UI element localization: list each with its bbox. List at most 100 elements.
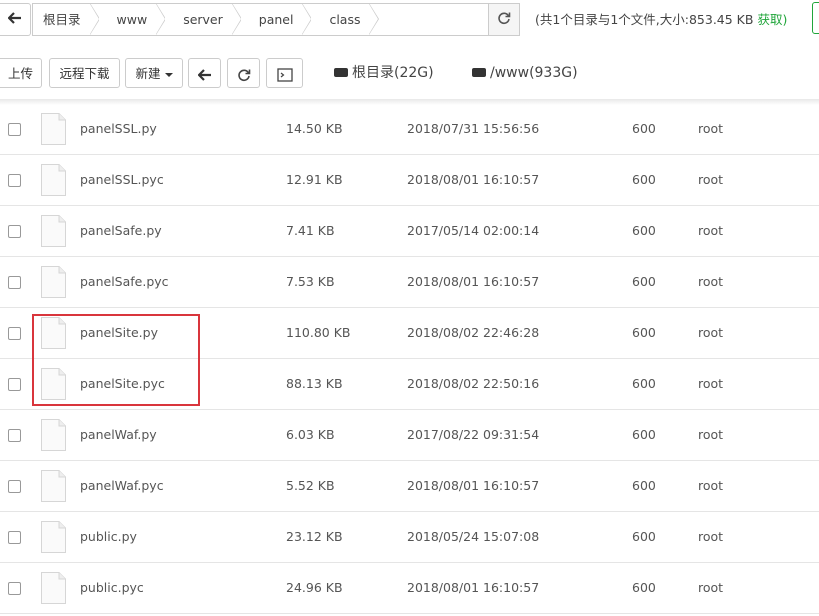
file-name[interactable]: panelSSL.py <box>80 104 157 154</box>
file-name[interactable]: panelSafe.py <box>80 206 162 256</box>
row-checkbox[interactable] <box>8 174 21 187</box>
file-permission[interactable]: 600 <box>632 206 656 256</box>
side-button[interactable] <box>812 2 819 34</box>
row-checkbox[interactable] <box>8 480 21 493</box>
file-size: 88.13 KB <box>286 376 343 391</box>
file-owner[interactable]: root <box>698 359 723 409</box>
breadcrumb-item-class[interactable]: class <box>311 4 380 35</box>
file-permission[interactable]: 600 <box>632 512 656 562</box>
breadcrumb-item-server[interactable]: server <box>165 4 242 35</box>
upload-button[interactable]: 上传 <box>0 58 42 88</box>
table-row[interactable]: panelWaf.pyc 5.52 KB 2018/08/01 16:10:57 60… <box>0 461 819 512</box>
hdd-icon <box>334 67 348 77</box>
directory-summary: (共1个目录与1个文件,大小:853.45 KB 获取) <box>535 3 787 36</box>
disk-root[interactable]: 根目录(22G) <box>334 58 434 88</box>
file-owner[interactable]: root <box>698 206 723 256</box>
file-modified: 2017/08/22 09:31:54 <box>407 427 540 442</box>
table-row[interactable]: panelSafe.py 7.41 KB 2017/05/14 02:00:14 60… <box>0 206 819 257</box>
row-checkbox[interactable] <box>8 276 21 289</box>
caret-down-icon <box>164 72 173 77</box>
file-size: 5.52 KB <box>286 478 335 493</box>
file-permission[interactable]: 600 <box>632 410 656 460</box>
disk-root-label: 根目录(22G) <box>352 65 434 81</box>
remote-download-button[interactable]: 远程下载 <box>49 58 120 88</box>
file-size: 6.03 KB <box>286 427 335 442</box>
highlight-box <box>32 314 200 406</box>
breadcrumb-item-root[interactable]: 根目录 <box>33 4 100 35</box>
file-modified: 2018/08/01 16:10:57 <box>407 274 540 289</box>
row-checkbox[interactable] <box>8 429 21 442</box>
file-permission[interactable]: 600 <box>632 308 656 358</box>
file-name[interactable]: public.py <box>80 512 137 562</box>
file-modified: 2018/08/01 16:10:57 <box>407 478 540 493</box>
file-size: 12.91 KB <box>286 172 343 187</box>
breadcrumb-item-www[interactable]: www <box>98 4 166 35</box>
file-modified: 2018/07/31 15:56:56 <box>407 121 540 136</box>
disk-www[interactable]: /www(933G) <box>472 58 578 88</box>
file-permission[interactable]: 600 <box>632 359 656 409</box>
get-size-link[interactable]: 获取) <box>757 12 787 27</box>
row-checkbox[interactable] <box>8 225 21 238</box>
table-row[interactable]: public.pyc 24.96 KB 2018/08/01 16:10:57 600… <box>0 563 819 614</box>
file-modified: 2018/05/24 15:07:08 <box>407 529 540 544</box>
back-button[interactable] <box>188 58 221 88</box>
file-icon <box>41 521 66 553</box>
file-owner[interactable]: root <box>698 563 723 613</box>
row-checkbox[interactable] <box>8 123 21 136</box>
file-icon <box>41 470 66 502</box>
file-modified: 2018/08/02 22:46:28 <box>407 325 540 340</box>
path-bar: 根目录 www server panel class (共1个目录与1个文件,大… <box>0 3 787 36</box>
row-checkbox[interactable] <box>8 582 21 595</box>
file-owner[interactable]: root <box>698 512 723 562</box>
file-permission[interactable]: 600 <box>632 155 656 205</box>
path-refresh-button[interactable] <box>488 3 520 36</box>
file-name[interactable]: panelSafe.pyc <box>80 257 169 307</box>
file-name[interactable]: panelWaf.pyc <box>80 461 164 511</box>
file-permission[interactable]: 600 <box>632 104 656 154</box>
file-size: 110.80 KB <box>286 325 351 340</box>
path-back-button[interactable] <box>0 3 31 36</box>
file-modified: 2017/05/14 02:00:14 <box>407 223 540 238</box>
table-row[interactable]: public.py 23.12 KB 2018/05/24 15:07:08 600 r… <box>0 512 819 563</box>
file-owner[interactable]: root <box>698 155 723 205</box>
terminal-button[interactable] <box>266 58 303 88</box>
breadcrumb-item-panel[interactable]: panel <box>240 4 313 35</box>
table-row[interactable]: panelSSL.pyc 12.91 KB 2018/08/01 16:10:57 6… <box>0 155 819 206</box>
toolbar: 上传 远程下载 新建 根目录(22G) /www(933G) <box>0 58 819 90</box>
arrow-left-icon <box>196 66 212 81</box>
new-dropdown-button[interactable]: 新建 <box>125 58 183 88</box>
file-permission[interactable]: 600 <box>632 461 656 511</box>
file-owner[interactable]: root <box>698 257 723 307</box>
file-name[interactable]: panelWaf.py <box>80 410 157 460</box>
file-owner[interactable]: root <box>698 308 723 358</box>
file-icon <box>41 113 66 145</box>
table-row[interactable]: panelSafe.pyc 7.53 KB 2018/08/01 16:10:57 6… <box>0 257 819 308</box>
hdd-icon <box>472 67 486 77</box>
row-checkbox[interactable] <box>8 378 21 391</box>
disk-www-label: /www(933G) <box>490 65 578 81</box>
refresh-icon <box>237 66 251 81</box>
file-size: 7.53 KB <box>286 274 335 289</box>
table-row[interactable]: panelWaf.py 6.03 KB 2017/08/22 09:31:54 600… <box>0 410 819 461</box>
file-owner[interactable]: root <box>698 410 723 460</box>
file-size: 23.12 KB <box>286 529 343 544</box>
row-checkbox[interactable] <box>8 531 21 544</box>
row-checkbox[interactable] <box>8 327 21 340</box>
file-name[interactable]: public.pyc <box>80 563 144 613</box>
refresh-button[interactable] <box>227 58 260 88</box>
file-name[interactable]: panelSSL.pyc <box>80 155 164 205</box>
file-icon <box>41 419 66 451</box>
file-size: 14.50 KB <box>286 121 343 136</box>
table-row[interactable]: panelSSL.py 14.50 KB 2018/07/31 15:56:56 60… <box>0 104 819 155</box>
file-permission[interactable]: 600 <box>632 563 656 613</box>
file-modified: 2018/08/01 16:10:57 <box>407 580 540 595</box>
refresh-icon <box>497 11 511 29</box>
file-modified: 2018/08/02 22:50:16 <box>407 376 540 391</box>
breadcrumb: 根目录 www server panel class <box>32 3 489 36</box>
file-owner[interactable]: root <box>698 104 723 154</box>
file-permission[interactable]: 600 <box>632 257 656 307</box>
file-icon <box>41 215 66 247</box>
file-size: 24.96 KB <box>286 580 343 595</box>
arrow-left-icon <box>7 11 22 28</box>
file-owner[interactable]: root <box>698 461 723 511</box>
